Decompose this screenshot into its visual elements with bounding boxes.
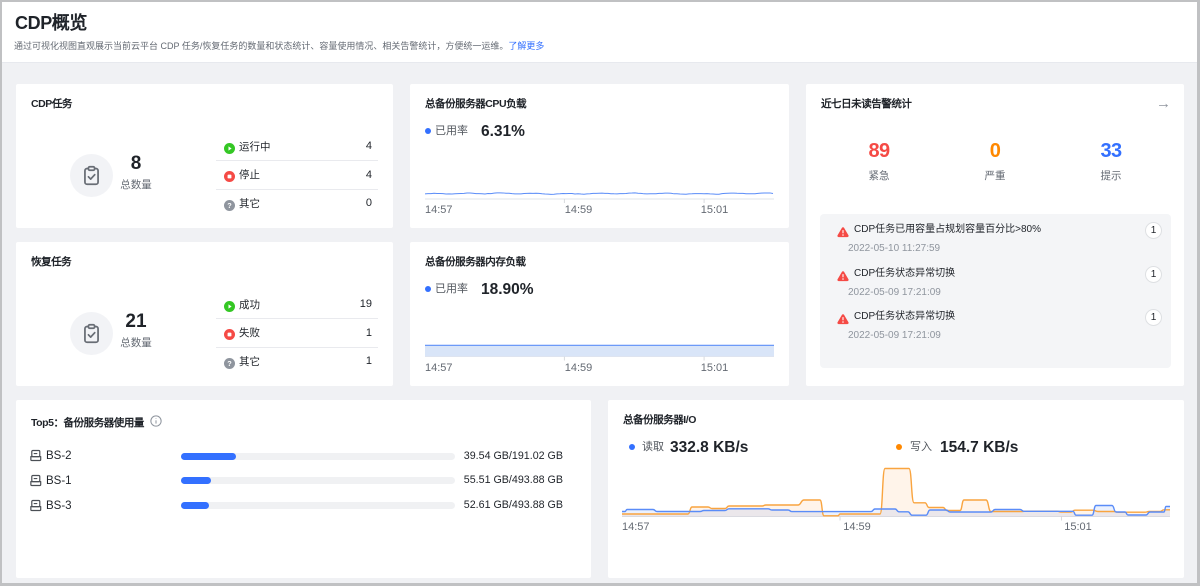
- svg-text:?: ?: [227, 359, 232, 368]
- svg-text:?: ?: [227, 201, 232, 210]
